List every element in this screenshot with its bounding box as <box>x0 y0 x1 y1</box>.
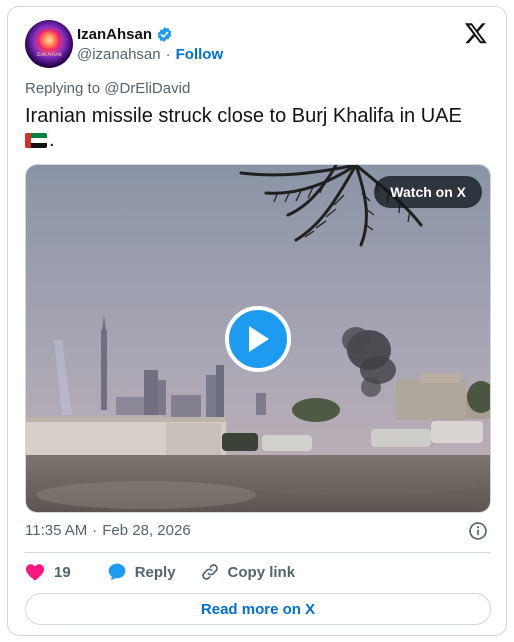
author-avatar[interactable]: IZAN AHSAN <box>25 20 73 68</box>
link-icon <box>201 564 218 580</box>
verified-badge-icon <box>157 26 172 42</box>
copy-link-label: Copy link <box>227 563 296 581</box>
handle-separator: · <box>165 46 171 63</box>
copy-link-button[interactable]: Copy link <box>200 562 296 582</box>
tweet-time: 11:35 AM <box>25 522 88 539</box>
like-button[interactable]: 19 <box>25 563 71 581</box>
like-count: 19 <box>54 563 71 581</box>
play-button[interactable] <box>225 306 291 372</box>
reply-button[interactable]: Reply <box>107 562 176 582</box>
reply-label: Reply <box>134 563 176 581</box>
author-display-name[interactable]: IzanAhsan <box>77 26 152 43</box>
tweet-date: Feb 28, 2026 <box>102 522 191 539</box>
read-more-button[interactable]: Read more on X <box>25 593 491 625</box>
follow-button[interactable]: Follow <box>176 46 224 63</box>
tweet-text: Iranian missile struck close to Burj Kha… <box>25 105 462 127</box>
tweet-embed-card: IZAN AHSAN IzanAhsan @izanahsan · Follow… <box>7 6 507 636</box>
author-name-row[interactable]: IzanAhsan <box>77 24 173 44</box>
uae-flag-icon <box>25 133 47 148</box>
info-icon[interactable] <box>468 521 488 541</box>
actions-divider <box>25 552 491 553</box>
heart-icon <box>26 564 44 581</box>
avatar-text: IZAN AHSAN <box>36 52 62 57</box>
play-icon <box>249 326 269 352</box>
watch-on-x-label: Watch on X <box>390 184 466 200</box>
x-logo-icon[interactable] <box>464 21 488 45</box>
tweet-timestamp[interactable]: 11:35 AM · Feb 28, 2026 <box>25 522 191 539</box>
timestamp-separator: · <box>92 522 98 539</box>
author-handle[interactable]: @izanahsan <box>77 46 161 63</box>
tweet-body: Iranian missile struck close to Burj Kha… <box>25 104 485 152</box>
reply-bubble-icon <box>108 563 126 581</box>
author-handle-row: @izanahsan · Follow <box>77 46 223 63</box>
tweet-trailing-text: . <box>49 129 55 151</box>
replying-to-text[interactable]: Replying to @DrEliDavid <box>25 80 190 97</box>
action-bar: 19 Reply Copy link <box>25 562 295 582</box>
read-more-label: Read more on X <box>200 600 316 618</box>
video-thumbnail[interactable]: Watch on X <box>25 164 491 513</box>
watch-on-x-button[interactable]: Watch on X <box>374 176 482 208</box>
avatar-burst-graphic <box>35 29 63 51</box>
